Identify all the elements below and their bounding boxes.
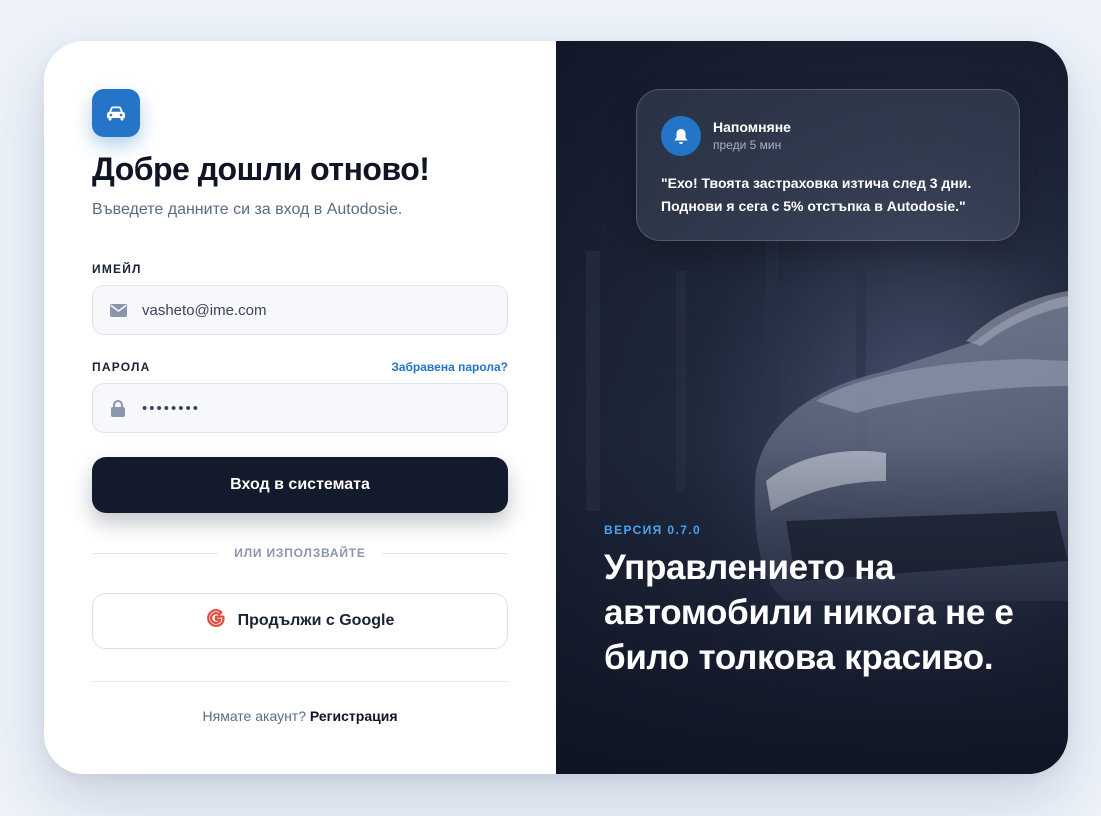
- email-field[interactable]: vasheto@ime.com: [92, 285, 508, 335]
- lock-icon: [109, 399, 127, 417]
- google-login-button[interactable]: Продължи с Google: [92, 593, 508, 649]
- car-icon: [92, 89, 140, 137]
- notification-title: Напомняне: [713, 119, 791, 135]
- divider-line: [381, 552, 508, 554]
- password-field[interactable]: ••••••••: [92, 383, 508, 433]
- forgot-password-link[interactable]: Забравена парола?: [391, 360, 508, 374]
- promo-panel: Напомняне преди 5 мин "Ехо! Твоята застр…: [556, 41, 1068, 774]
- register-link[interactable]: Регистрация: [310, 708, 398, 724]
- divider-text: ИЛИ ИЗПОЛЗВАЙТЕ: [234, 546, 366, 560]
- page-subtitle: Въведете данните си за вход в Autodosie.: [92, 201, 403, 218]
- divider: ИЛИ ИЗПОЛЗВАЙТЕ: [92, 545, 508, 561]
- notification-message: "Ехо! Твоята застраховка изтича след 3 д…: [661, 175, 972, 214]
- email-label: ИМЕЙЛ: [92, 262, 142, 276]
- promo-headline: Управлението на автомобили никога не е б…: [604, 548, 1014, 677]
- email-value: vasheto@ime.com: [142, 301, 267, 319]
- password-label: ПАРОЛА: [92, 360, 151, 374]
- envelope-icon: [109, 301, 127, 319]
- version-label: ВЕРСИЯ 0.7.0: [604, 523, 702, 537]
- reminder-notification: Напомняне преди 5 мин "Ехо! Твоята застр…: [636, 89, 1020, 241]
- login-card: Добре дошли отново! Въведете данните си …: [44, 41, 1068, 774]
- divider-line: [92, 552, 219, 554]
- footer-divider: [92, 681, 508, 682]
- google-icon: [206, 608, 226, 634]
- page-title: Добре дошли отново!: [92, 151, 430, 187]
- login-panel: Добре дошли отново! Въведете данните си …: [44, 41, 556, 774]
- signup-prompt: Нямате акаунт? Регистрация: [92, 708, 508, 724]
- no-account-text: Нямате акаунт?: [202, 708, 307, 724]
- google-button-label: Продължи с Google: [237, 612, 395, 629]
- bell-icon: [661, 116, 701, 156]
- notification-time: преди 5 мин: [713, 138, 782, 152]
- login-button[interactable]: Вход в системата: [92, 457, 508, 513]
- password-value: ••••••••: [142, 399, 201, 417]
